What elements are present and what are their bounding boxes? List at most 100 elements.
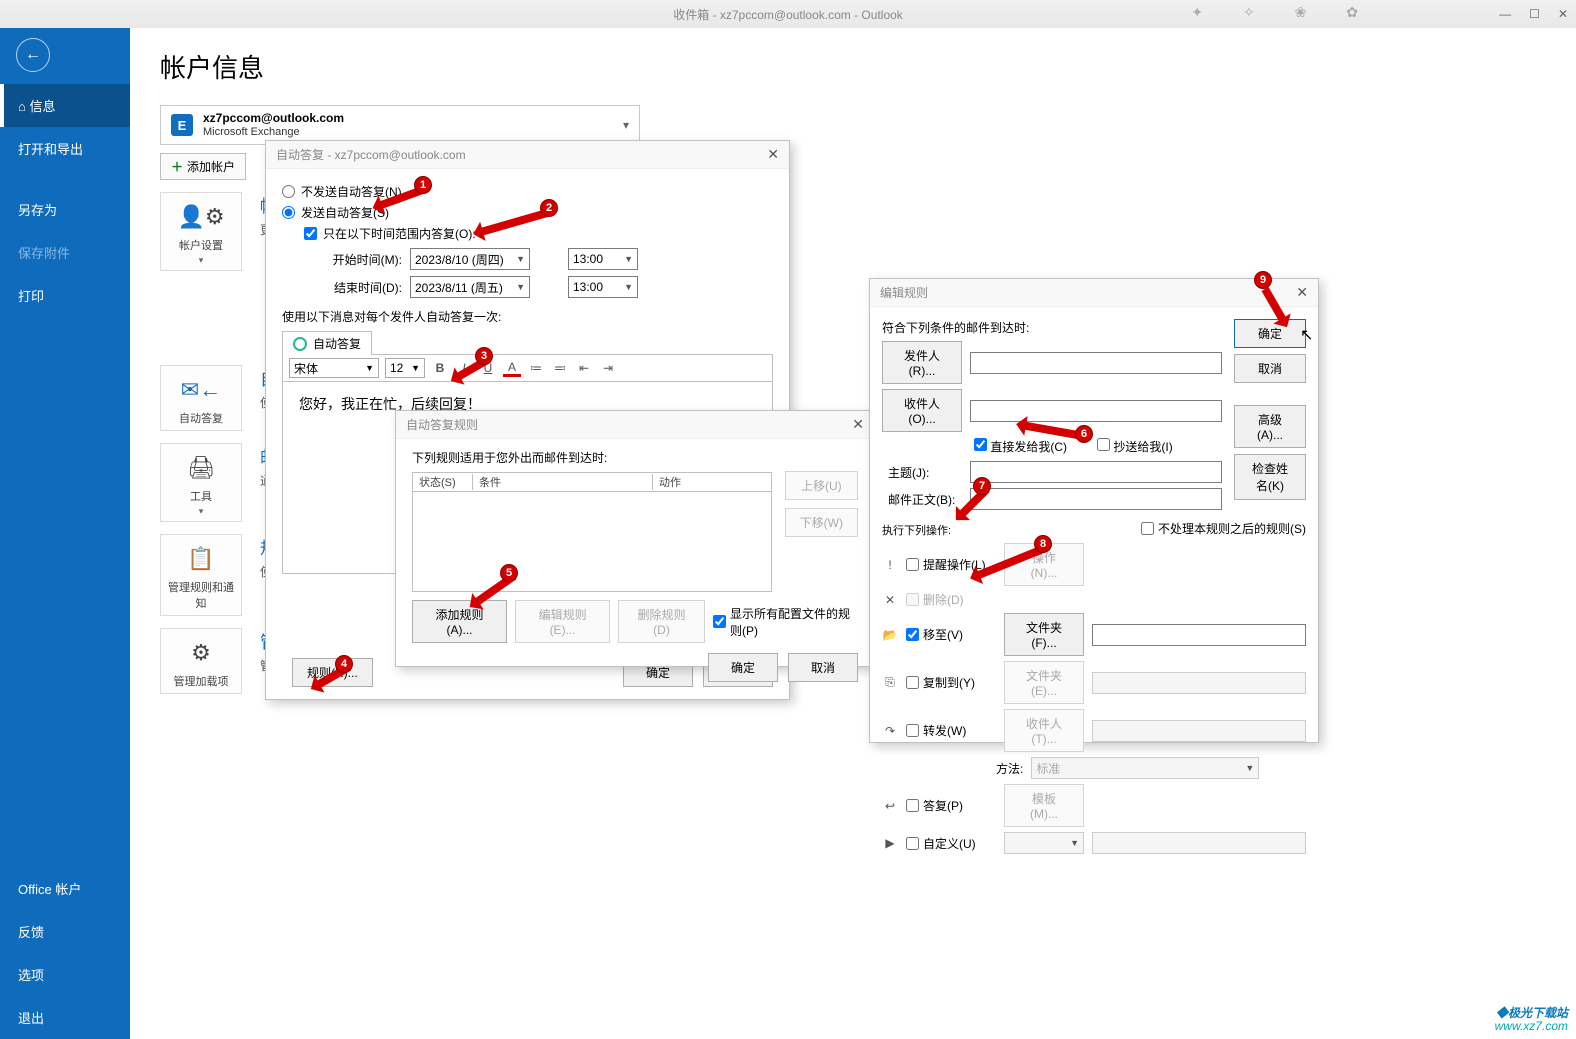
add-account-button[interactable]: ＋ 添加帐户 (160, 153, 246, 180)
indent-icon[interactable]: ⇥ (599, 361, 617, 375)
checkbox-label: 显示所有配置文件的规则(P) (730, 605, 858, 639)
end-time-combo[interactable]: 13:00▼ (568, 276, 638, 298)
dialog-title: 自动答复规则 (406, 416, 478, 433)
account-type: Microsoft Exchange (203, 126, 344, 139)
sidebar-item-print[interactable]: 打印 (0, 274, 130, 317)
chevron-down-icon: ▼ (411, 363, 420, 373)
end-date-combo[interactable]: 2023/8/11 (周五)▼ (410, 276, 530, 298)
rules-list[interactable] (412, 492, 772, 592)
body-input[interactable] (970, 488, 1222, 510)
col-condition: 条件 (473, 474, 653, 490)
checkbox-label: 自定义(U) (923, 835, 976, 852)
sent-to-me-checkbox[interactable] (974, 438, 987, 451)
close-icon[interactable]: ✕ (1296, 284, 1308, 301)
annotation-badge-5: 5 (500, 564, 518, 582)
font-color-icon[interactable]: A (503, 360, 521, 377)
custom-combo: ▼ (1004, 832, 1084, 854)
move-checkbox[interactable] (906, 628, 919, 641)
move-up-button: 上移(U) (785, 471, 858, 500)
add-account-label: 添加帐户 (187, 158, 235, 175)
ok-button[interactable]: 确定 (708, 653, 778, 682)
chevron-down-icon: ▼ (1245, 763, 1254, 773)
check-names-button[interactable]: 检查姓名(K) (1234, 454, 1306, 500)
reply-icon: ↩ (882, 799, 898, 813)
method-combo: 标准▼ (1031, 757, 1259, 779)
bullet-list-icon[interactable]: ≔ (527, 361, 545, 375)
sidebar-item-open-export[interactable]: 打开和导出 (0, 127, 130, 170)
forward-to-button: 收件人(T)... (1004, 709, 1084, 752)
move-folder-input[interactable] (1092, 624, 1306, 646)
auto-reply-tab[interactable]: 自动答复 (282, 331, 372, 355)
body-label: 邮件正文(B): (882, 491, 962, 508)
checkbox-label: 直接发给我(C) (990, 440, 1067, 454)
window-title: 收件箱 - xz7pccom@outlook.com - Outlook (673, 6, 903, 23)
checkbox-label: 转发(W) (923, 722, 966, 739)
from-button[interactable]: 发件人(R)... (882, 341, 962, 384)
show-all-profiles-checkbox[interactable] (713, 615, 726, 628)
back-button[interactable]: ← (16, 38, 50, 72)
start-date-combo[interactable]: 2023/8/10 (周四)▼ (410, 248, 530, 270)
tools-button[interactable]: 🖨 工具 ▾ (160, 443, 242, 522)
cancel-button[interactable]: 取消 (788, 653, 858, 682)
sidebar-label: 信息 (29, 99, 55, 114)
forward-to-input (1092, 720, 1306, 742)
rules-icon: 📋 (165, 543, 237, 575)
subject-input[interactable] (970, 461, 1222, 483)
sidebar-item-feedback[interactable]: 反馈 (0, 910, 130, 953)
close-icon[interactable]: ✕ (1558, 7, 1568, 21)
account-settings-button[interactable]: 👤⚙ 帐户设置 ▾ (160, 192, 242, 271)
maximize-icon[interactable]: ☐ (1529, 7, 1540, 21)
window-controls: — ☐ ✕ (1499, 7, 1568, 21)
reply-template-button: 模板(M)... (1004, 784, 1084, 827)
sidebar-item-info[interactable]: ⌂ 信息 (0, 84, 130, 127)
manage-addins-button[interactable]: ⚙ 管理加载项 (160, 628, 242, 694)
sidebar-item-exit[interactable]: 退出 (0, 996, 130, 1039)
auto-reply-rules-dialog: 自动答复规则 ✕ 下列规则适用于您外出而邮件到达时: 状态(S) 条件 动作 上… (395, 410, 875, 667)
number-list-icon[interactable]: ≕ (551, 361, 569, 375)
checkbox-time-range[interactable] (304, 227, 317, 240)
cancel-button[interactable]: 取消 (1234, 354, 1306, 383)
checkbox-label: 不处理本规则之后的规则(S) (1158, 520, 1306, 537)
radio-send-autoreply[interactable] (282, 206, 295, 219)
outdent-icon[interactable]: ⇤ (575, 361, 593, 375)
close-icon[interactable]: ✕ (767, 146, 779, 163)
profile-settings-icon: 👤⚙ (165, 201, 237, 233)
watermark: ◆极光下载站 www.xz7.com (1495, 1007, 1568, 1033)
sidebar-item-save-attachments: 保存附件 (0, 231, 130, 274)
sidebar-item-office-account[interactable]: Office 帐户 (0, 867, 130, 910)
cc-me-checkbox[interactable] (1097, 438, 1110, 451)
reply-checkbox[interactable] (906, 799, 919, 812)
editor-toolbar: 宋体▼ 12▼ B I U A ≔ ≕ ⇤ ⇥ (283, 355, 772, 382)
col-action: 动作 (653, 474, 771, 490)
from-input[interactable] (970, 352, 1222, 374)
custom-checkbox[interactable] (906, 837, 919, 850)
radio-no-autoreply[interactable] (282, 185, 295, 198)
to-button[interactable]: 收件人(O)... (882, 389, 962, 432)
font-size-selector[interactable]: 12▼ (385, 358, 425, 378)
backstage-sidebar: ← ⌂ 信息 打开和导出 另存为 保存附件 打印 Office 帐户 反馈 选项… (0, 28, 130, 1039)
sidebar-item-options[interactable]: 选项 (0, 953, 130, 996)
start-time-combo[interactable]: 13:00▼ (568, 248, 638, 270)
stop-processing-checkbox[interactable] (1141, 522, 1154, 535)
move-folder-button[interactable]: 文件夹(F)... (1004, 613, 1084, 656)
minimize-icon[interactable]: — (1499, 7, 1511, 21)
checkbox-label: 答复(P) (923, 797, 963, 814)
editor-note: 使用以下消息对每个发件人自动答复一次: (282, 308, 773, 325)
advanced-button[interactable]: 高级(A)... (1234, 405, 1306, 448)
sidebar-item-save-as[interactable]: 另存为 (0, 188, 130, 231)
manage-rules-button[interactable]: 📋 管理规则和通知 (160, 534, 242, 616)
checkbox-label: 复制到(Y) (923, 674, 975, 691)
dialog-title: 编辑规则 (880, 284, 928, 301)
alert-checkbox[interactable] (906, 558, 919, 571)
custom-icon: ▶ (882, 836, 898, 850)
font-selector[interactable]: 宋体▼ (289, 358, 379, 378)
annotation-badge-1: 1 (414, 176, 432, 194)
close-icon[interactable]: ✕ (852, 416, 864, 433)
tools-icon: 🖨 (165, 452, 237, 484)
copy-checkbox[interactable] (906, 676, 919, 689)
annotation-badge-2: 2 (540, 199, 558, 217)
auto-reply-button[interactable]: ✉← 自动答复 (160, 365, 242, 431)
forward-checkbox[interactable] (906, 724, 919, 737)
combo-value: 13:00 (573, 280, 624, 294)
account-selector[interactable]: E xz7pccom@outlook.com Microsoft Exchang… (160, 105, 640, 145)
